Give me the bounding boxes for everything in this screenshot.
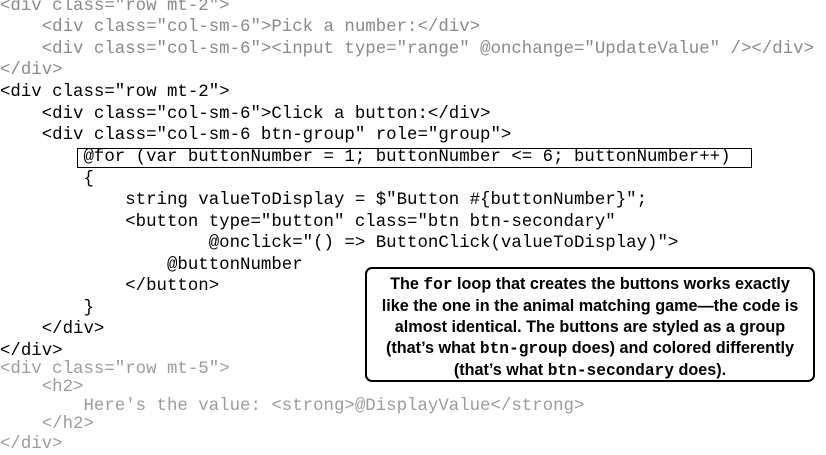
code-line-10: string valueToDisplay = $"Button #{butto… — [0, 191, 648, 210]
code-line-6: <div class="col-sm-6">Click a button:</d… — [0, 105, 491, 124]
code-listing: <div class="row mt-2"> <div class="col-s… — [0, 0, 826, 455]
code-line-4: </div> — [0, 61, 63, 80]
code-line-21: </h2> — [0, 415, 94, 434]
callout-text-4: does). — [673, 361, 727, 379]
code-line-7: <div class="col-sm-6 btn-group" role="gr… — [0, 126, 512, 145]
annotation-callout: The for loop that creates the buttons wo… — [365, 267, 815, 382]
code-line-14: </button> — [0, 277, 220, 296]
callout-text-1: The — [390, 275, 424, 293]
code-line-1: <div class="row mt-2"> — [0, 0, 230, 16]
code-line-2: <div class="col-sm-6">Pick a number:</di… — [0, 18, 481, 37]
callout-code-for: for — [423, 276, 453, 294]
code-line-12: @onclick="() => ButtonClick(valueToDispl… — [0, 234, 679, 253]
code-line-11: <button type="button" class="btn btn-sec… — [0, 213, 616, 232]
code-line-15: } — [0, 299, 94, 318]
for-loop-highlight-box — [77, 148, 752, 168]
code-line-5: <div class="row mt-2"> — [0, 83, 230, 102]
code-line-13: @buttonNumber — [0, 256, 303, 275]
code-line-19: <h2> — [0, 378, 84, 397]
callout-code-btn-secondary: btn-secondary — [547, 362, 674, 380]
code-line-22: </div> — [0, 435, 63, 454]
callout-code-btn-group: btn-group — [479, 340, 568, 358]
code-line-9: { — [0, 170, 94, 189]
code-line-3: <div class="col-sm-6"><input type="range… — [0, 40, 815, 59]
code-line-16: </div> — [0, 320, 105, 339]
